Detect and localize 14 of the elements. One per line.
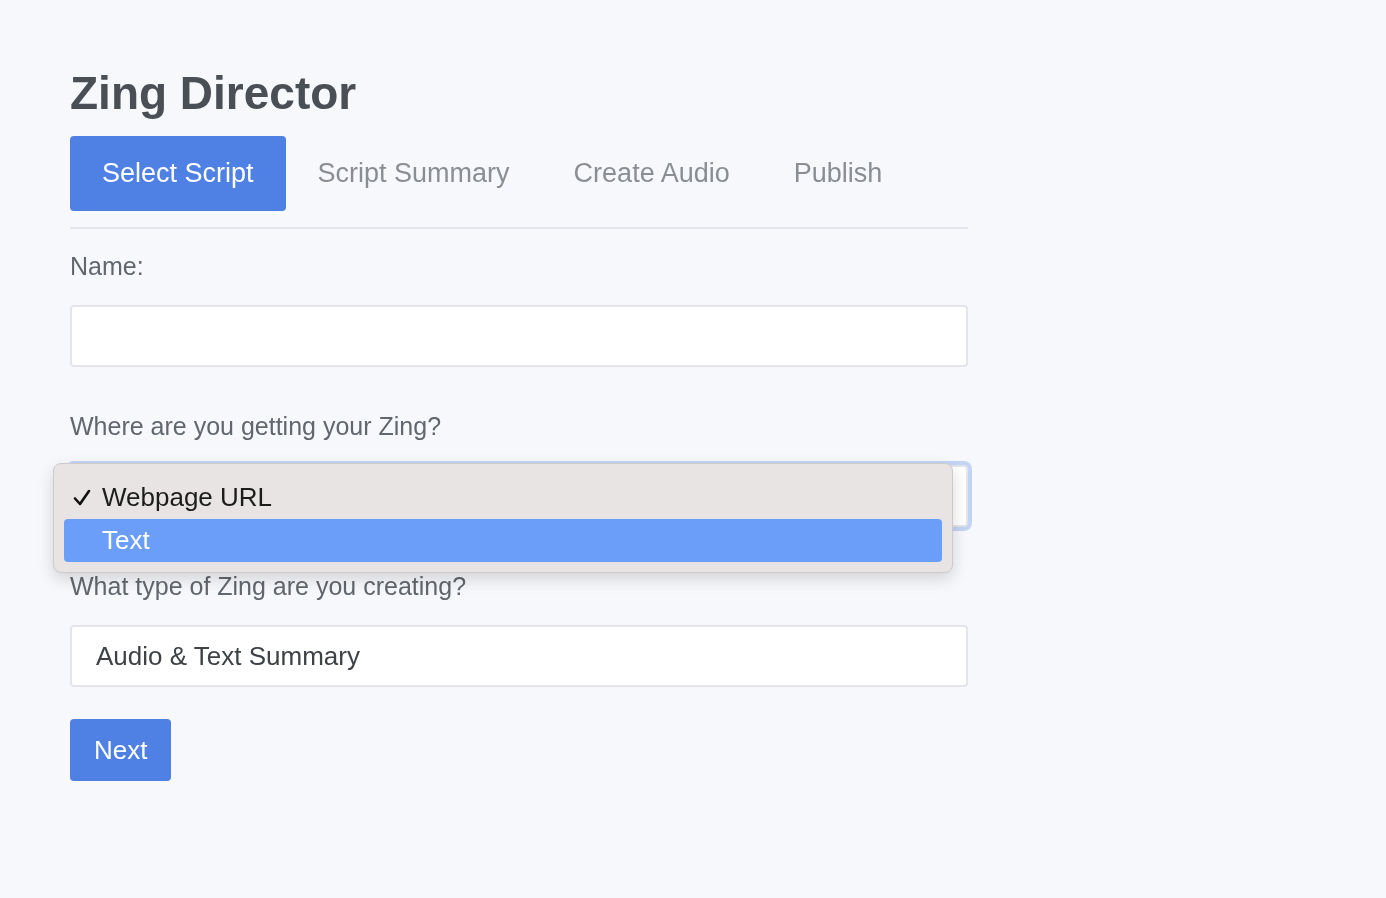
- page-title: Zing Director: [70, 66, 357, 121]
- dropdown-field[interactable]: Audio & Text Summary: [70, 625, 968, 687]
- field-label: Name:: [70, 251, 144, 281]
- field-label: What type of Zing are you creating?: [70, 571, 467, 601]
- step-tab[interactable]: Publish: [761, 136, 915, 211]
- name-input-field[interactable]: [70, 305, 968, 367]
- checkmark-icon: [72, 487, 92, 508]
- step-tab[interactable]: Script Summary: [285, 136, 542, 211]
- dropdown-option[interactable]: Text: [64, 519, 942, 562]
- next-button[interactable]: Next: [70, 719, 172, 781]
- step-tab[interactable]: Select Script: [70, 136, 286, 211]
- field-label: Where are you getting your Zing?: [70, 411, 442, 441]
- step-tab[interactable]: Create Audio: [541, 136, 762, 211]
- dropdown-option[interactable]: Webpage URL: [64, 476, 942, 519]
